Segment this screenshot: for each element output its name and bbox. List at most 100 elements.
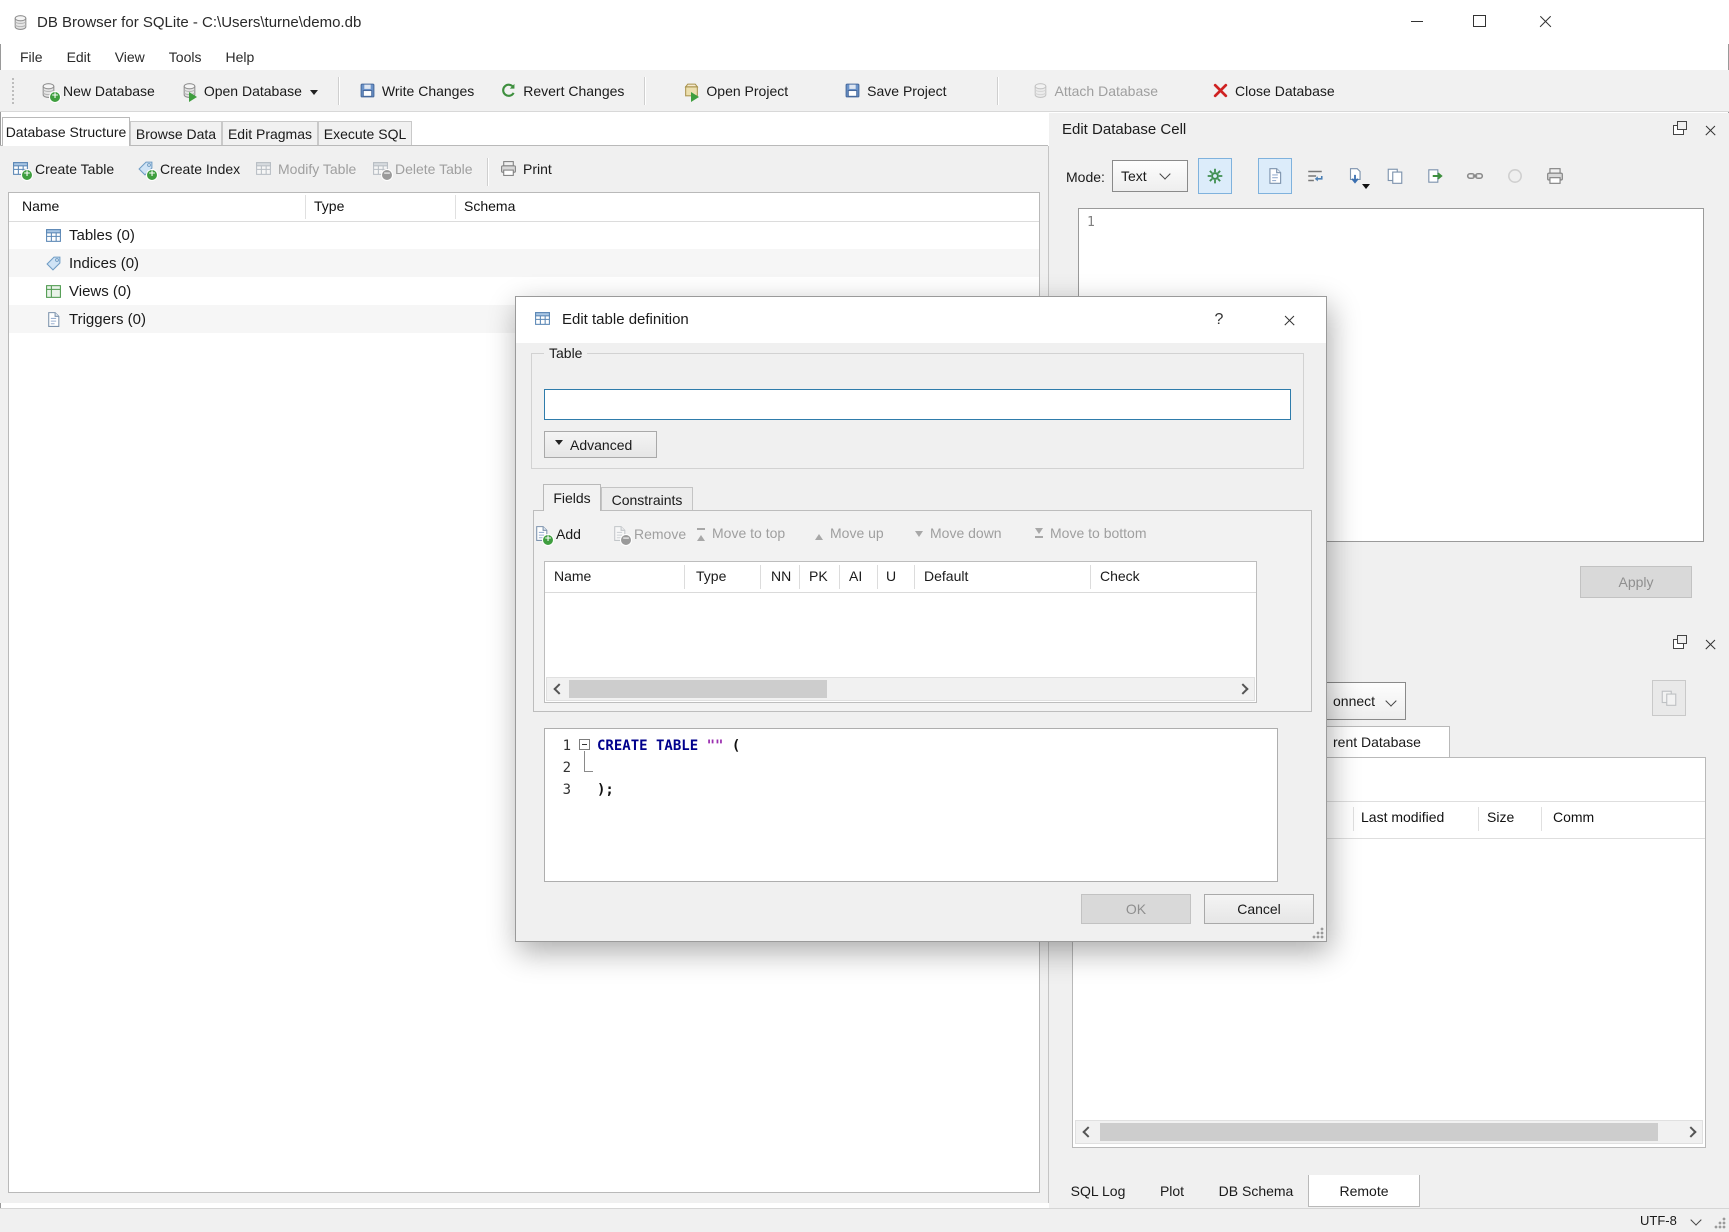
import-dropdown-icon[interactable] <box>1362 184 1370 193</box>
tree-column-name[interactable]: Name <box>22 198 59 214</box>
cell-panel-close-button[interactable] <box>1698 120 1722 140</box>
copy-data-button[interactable] <box>1378 158 1412 194</box>
field-column-pk[interactable]: PK <box>809 568 828 584</box>
close-button[interactable] <box>1522 4 1568 38</box>
import-text-button[interactable] <box>1198 158 1232 194</box>
remote-list-hscrollbar[interactable] <box>1075 1120 1703 1144</box>
close-database-button[interactable]: Close Database <box>1206 78 1341 103</box>
write-changes-button[interactable]: Write Changes <box>353 78 480 103</box>
create-index-button[interactable]: Create Index <box>137 160 240 177</box>
tree-column-schema[interactable]: Schema <box>464 198 515 214</box>
tab-edit-pragmas[interactable]: Edit Pragmas <box>222 121 318 146</box>
minimize-button[interactable] <box>1394 4 1440 38</box>
column-separator[interactable] <box>799 565 800 589</box>
text-mode-button[interactable] <box>1258 158 1292 194</box>
column-last-modified[interactable]: Last modified <box>1361 809 1444 825</box>
scroll-right-button[interactable] <box>1234 678 1254 700</box>
tree-column-type[interactable]: Type <box>314 198 344 214</box>
cancel-button[interactable]: Cancel <box>1204 894 1314 924</box>
dock-tab-plot[interactable]: Plot <box>1140 1176 1204 1206</box>
scroll-left-button[interactable] <box>1076 1121 1096 1143</box>
fields-table-hscrollbar[interactable] <box>546 677 1255 701</box>
field-column-type[interactable]: Type <box>696 568 726 584</box>
column-separator[interactable] <box>684 565 685 589</box>
field-column-ai[interactable]: AI <box>849 568 862 584</box>
scroll-thumb[interactable] <box>569 680 827 698</box>
move-down-button[interactable]: Move down <box>914 525 1002 541</box>
column-separator[interactable] <box>914 565 915 589</box>
field-column-name[interactable]: Name <box>554 568 591 584</box>
ok-button[interactable]: OK <box>1081 894 1191 924</box>
menu-view[interactable]: View <box>103 46 157 68</box>
toolbar-grip[interactable] <box>12 78 18 104</box>
open-project-button[interactable]: Open Project <box>677 78 794 103</box>
dialog-tab-fields[interactable]: Fields <box>543 484 601 511</box>
resize-grip[interactable] <box>1714 1217 1726 1229</box>
dialog-help-button[interactable]: ? <box>1204 307 1234 333</box>
menu-help[interactable]: Help <box>213 46 266 68</box>
column-separator[interactable] <box>839 565 840 589</box>
modify-table-button[interactable]: Modify Table <box>255 160 356 177</box>
dock-tab-sql-log[interactable]: SQL Log <box>1056 1176 1140 1206</box>
apply-button[interactable]: Apply <box>1580 566 1692 598</box>
scroll-thumb[interactable] <box>1100 1123 1658 1141</box>
scroll-right-button[interactable] <box>1682 1121 1702 1143</box>
scroll-left-button[interactable] <box>547 678 567 700</box>
print-cell-button[interactable] <box>1538 158 1572 194</box>
menu-file[interactable]: File <box>8 46 55 68</box>
menu-edit[interactable]: Edit <box>55 46 103 68</box>
fold-marker-icon[interactable] <box>579 739 590 750</box>
dialog-tab-constraints[interactable]: Constraints <box>601 487 693 511</box>
move-to-bottom-button[interactable]: Move to bottom <box>1034 525 1147 541</box>
cell-panel-float-button[interactable] <box>1666 120 1690 140</box>
attach-database-button[interactable]: Attach Database <box>1026 78 1165 103</box>
maximize-button[interactable] <box>1456 4 1502 38</box>
field-column-default[interactable]: Default <box>924 568 968 584</box>
encoding-dropdown-icon[interactable] <box>1690 1214 1701 1225</box>
remove-field-button[interactable]: Remove <box>611 525 686 542</box>
header-separator[interactable] <box>1478 807 1479 831</box>
column-separator[interactable] <box>760 565 761 589</box>
new-database-button[interactable]: New Database <box>34 78 161 103</box>
column-separator[interactable] <box>877 565 878 589</box>
create-table-button[interactable]: Create Table <box>12 160 114 177</box>
open-in-app-button[interactable] <box>1458 158 1492 194</box>
dock-tab-remote[interactable]: Remote <box>1308 1175 1420 1207</box>
import-data-button[interactable] <box>1338 158 1372 194</box>
menu-tools[interactable]: Tools <box>157 46 214 68</box>
dialog-close-button[interactable] <box>1274 307 1304 333</box>
table-name-input[interactable] <box>544 389 1291 420</box>
add-field-button[interactable]: Add <box>533 525 581 542</box>
header-separator[interactable] <box>1353 807 1354 831</box>
tab-database-structure[interactable]: Database Structure <box>2 117 130 146</box>
revert-changes-button[interactable]: Revert Changes <box>494 78 630 103</box>
field-column-nn[interactable]: NN <box>771 568 791 584</box>
remote-panel-float-button[interactable] <box>1666 634 1690 654</box>
field-column-check[interactable]: Check <box>1100 568 1140 584</box>
column-size[interactable]: Size <box>1487 809 1514 825</box>
header-separator[interactable] <box>1541 807 1542 831</box>
tree-header-separator[interactable] <box>455 195 456 219</box>
tree-row-indices[interactable]: Indices (0) <box>9 249 1039 277</box>
move-up-button[interactable]: Move up <box>814 525 884 541</box>
open-database-dropdown-icon[interactable] <box>310 90 318 99</box>
advanced-toggle-button[interactable]: Advanced <box>544 431 657 458</box>
column-separator[interactable] <box>1090 565 1091 589</box>
tree-row-tables[interactable]: Tables (0) <box>9 221 1039 249</box>
delete-table-button[interactable]: Delete Table <box>372 160 473 177</box>
tab-browse-data[interactable]: Browse Data <box>130 121 222 146</box>
dock-tab-db-schema[interactable]: DB Schema <box>1204 1176 1308 1206</box>
field-column-u[interactable]: U <box>886 568 896 584</box>
dialog-resize-grip[interactable] <box>1312 927 1324 939</box>
set-null-button[interactable] <box>1498 158 1532 194</box>
remote-panel-close-button[interactable] <box>1698 634 1722 654</box>
tree-header-separator[interactable] <box>305 195 306 219</box>
column-commit[interactable]: Comm <box>1553 809 1594 825</box>
tab-execute-sql[interactable]: Execute SQL <box>318 121 412 146</box>
print-button[interactable]: Print <box>500 160 552 177</box>
remote-push-button[interactable] <box>1652 680 1686 716</box>
open-database-button[interactable]: Open Database <box>175 78 324 103</box>
word-wrap-button[interactable] <box>1298 158 1332 194</box>
encoding-indicator[interactable]: UTF-8 <box>1640 1213 1677 1228</box>
export-data-button[interactable] <box>1418 158 1452 194</box>
